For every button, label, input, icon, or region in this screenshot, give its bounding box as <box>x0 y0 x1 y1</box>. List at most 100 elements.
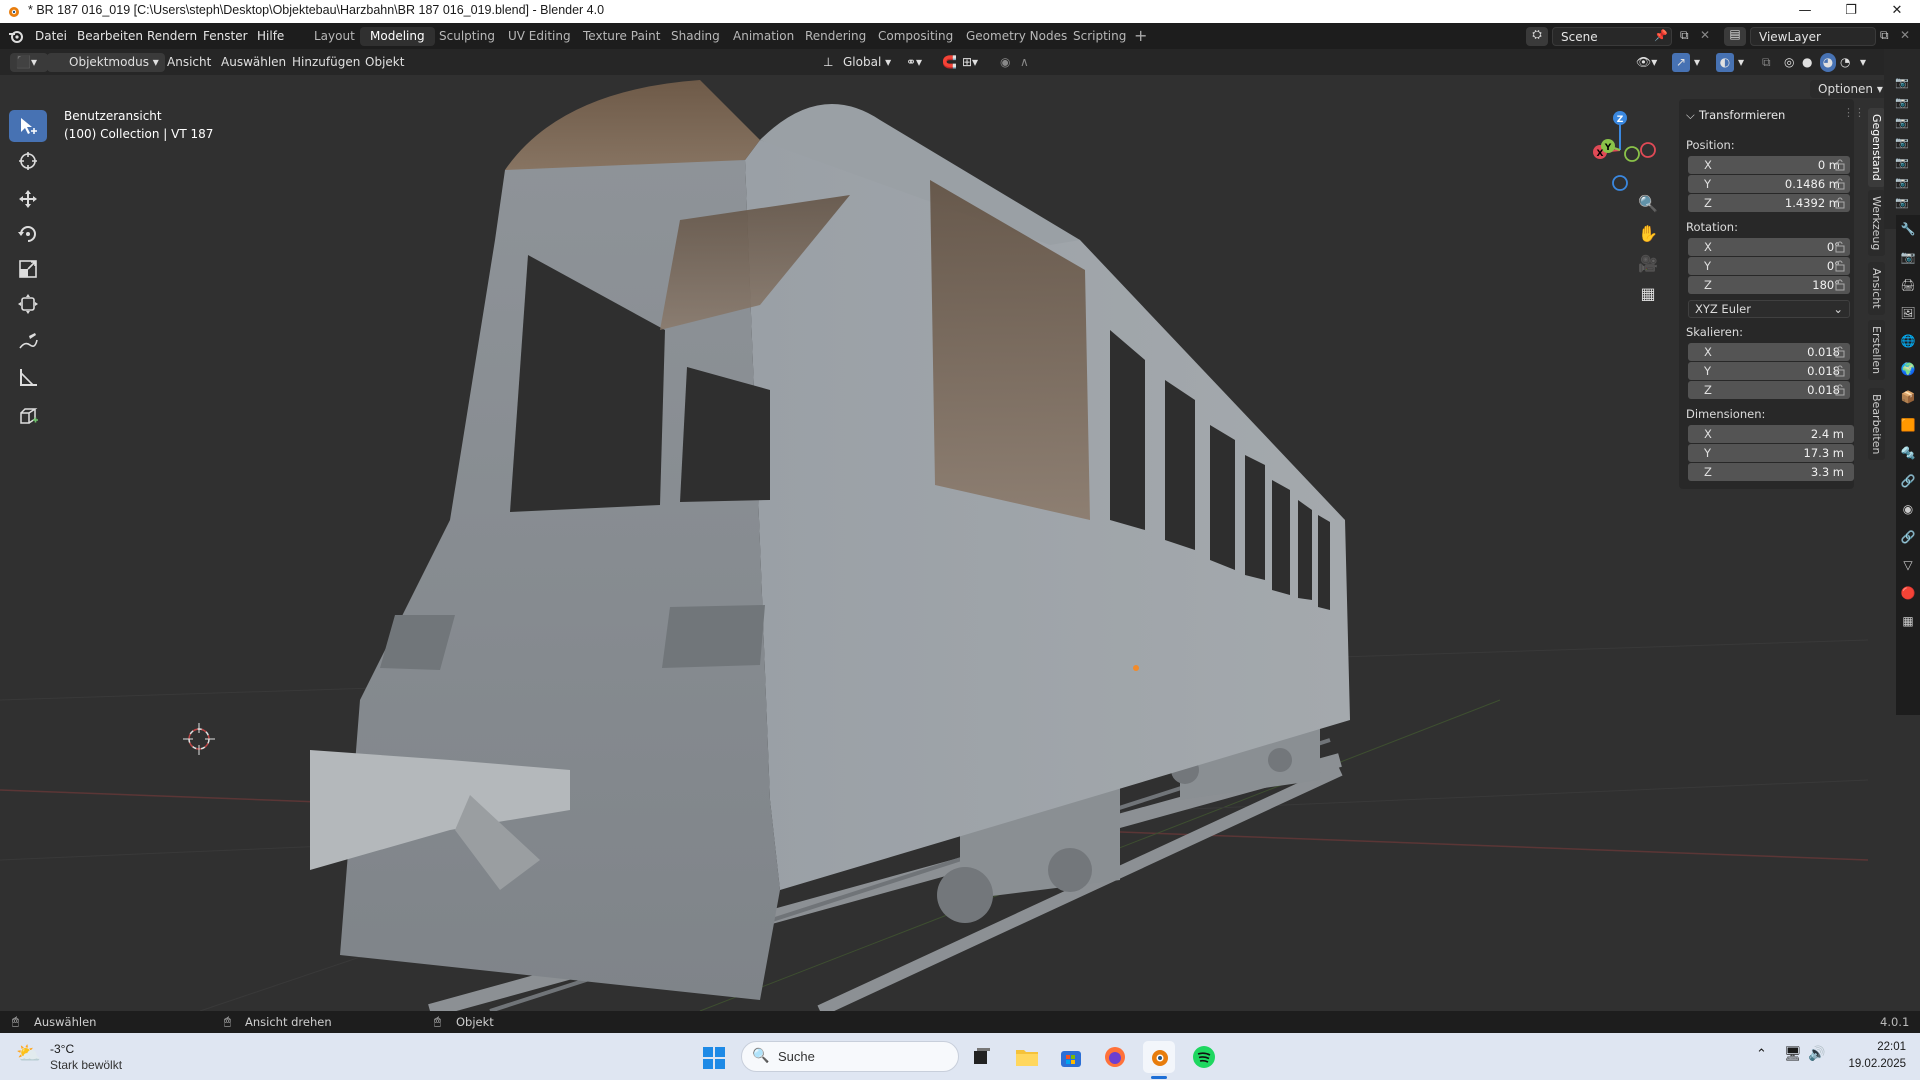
tab-ansicht[interactable]: Ansicht <box>1868 262 1885 315</box>
clock-date[interactable]: 19.02.2025 <box>1838 1058 1906 1070</box>
rotation-mode-dropdown[interactable]: XYZ Euler ⌄ <box>1688 300 1850 318</box>
position-y-field[interactable]: Y 0.1486 m <box>1688 175 1850 193</box>
lock-icon[interactable] <box>1834 178 1846 190</box>
panel-drag-icon[interactable]: ⋮⋮ <box>1843 106 1865 119</box>
camera-icon[interactable]: 📷 📷 📷 📷 📷 📷 📷 <box>1884 49 1920 213</box>
overlay-menu-icon[interactable]: ▾ <box>1738 53 1744 72</box>
search-box[interactable]: 🔍 Suche <box>741 1041 959 1072</box>
weather-desc[interactable]: Stark bewölkt <box>50 1058 122 1072</box>
menu-bearbeiten[interactable]: Bearbeiten <box>77 29 143 43</box>
windows-start-icon[interactable] <box>702 1046 726 1070</box>
material-shading-icon[interactable]: ◕ <box>1820 53 1836 72</box>
tab-shading[interactable]: Shading <box>661 27 730 46</box>
lock-icon[interactable] <box>1834 241 1846 253</box>
tab-geometry-nodes[interactable]: Geometry Nodes <box>956 27 1077 46</box>
rotation-y-field[interactable]: Y 0° <box>1688 257 1850 275</box>
scale-z-field[interactable]: Z 0.018 <box>1688 381 1850 399</box>
blender-menu-icon[interactable] <box>8 28 24 44</box>
dimensions-z-field[interactable]: Z 3.3 m <box>1688 463 1854 481</box>
firefox-icon[interactable] <box>1099 1041 1131 1073</box>
options-dropdown[interactable]: Optionen ▾ <box>1810 80 1891 98</box>
pivot-icon[interactable]: ⚭▾ <box>906 53 922 72</box>
tab-layout[interactable]: Layout <box>304 27 365 46</box>
move-tool-icon[interactable] <box>9 183 47 215</box>
wireframe-shading-icon[interactable]: ◎ <box>1784 53 1794 72</box>
annotate-tool-icon[interactable] <box>9 326 47 358</box>
camera-view-icon[interactable]: 🎥 <box>1636 254 1660 278</box>
lock-icon[interactable] <box>1834 279 1846 291</box>
position-x-field[interactable]: X0 m <box>1688 156 1850 174</box>
solid-shading-icon[interactable]: ● <box>1802 53 1812 72</box>
lock-icon[interactable] <box>1834 346 1846 358</box>
tab-bearbeiten[interactable]: Bearbeiten <box>1868 388 1885 461</box>
perspective-toggle-icon[interactable]: ▦ <box>1636 284 1660 308</box>
visibility-icon[interactable]: 👁▾ <box>1636 53 1657 72</box>
menu-hinzufuegen[interactable]: Hinzufügen <box>292 53 360 72</box>
file-explorer-icon[interactable] <box>1011 1041 1043 1073</box>
tab-texture-paint[interactable]: Texture Paint <box>573 27 670 46</box>
delete-scene-icon[interactable]: ✕ <box>1700 28 1710 42</box>
overlay-toggle-icon[interactable]: ◐ <box>1716 53 1734 72</box>
lock-icon[interactable] <box>1834 384 1846 396</box>
scene-selector-icon[interactable]: ⛭ <box>1526 27 1548 46</box>
spotify-icon[interactable] <box>1188 1041 1220 1073</box>
tab-gegenstand[interactable]: Gegenstand <box>1868 108 1885 187</box>
add-cube-tool-icon[interactable] <box>9 400 47 432</box>
close-button[interactable]: ✕ <box>1874 0 1920 23</box>
weather-icon[interactable]: ⛅ <box>16 1041 44 1069</box>
editor-type-icon[interactable]: ⬛▾ <box>10 53 48 72</box>
xray-icon[interactable]: ⧉ <box>1762 53 1771 72</box>
panel-collapse-icon[interactable]: ⌵ <box>1686 108 1695 123</box>
tab-werkzeug[interactable]: Werkzeug <box>1868 190 1885 257</box>
chevron-up-icon[interactable]: ⌃ <box>1756 1046 1767 1062</box>
add-workspace-icon[interactable]: + <box>1134 26 1147 45</box>
tab-animation[interactable]: Animation <box>723 27 804 46</box>
viewlayer-selector-icon[interactable]: ▤ <box>1724 27 1746 46</box>
menu-datei[interactable]: Datei <box>35 29 67 43</box>
scale-y-field[interactable]: Y 0.018 <box>1688 362 1850 380</box>
lock-icon[interactable] <box>1834 197 1846 209</box>
shading-menu-icon[interactable]: ▾ <box>1860 53 1866 72</box>
rotation-z-field[interactable]: Z 180° <box>1688 276 1850 294</box>
volume-icon[interactable]: 🔊 <box>1808 1045 1825 1062</box>
menu-rendern[interactable]: Rendern <box>147 29 197 43</box>
tab-rendering[interactable]: Rendering <box>795 27 876 46</box>
falloff-icon[interactable]: ∧ <box>1020 53 1029 72</box>
properties-tabs-icons[interactable]: 🔧 📷 🖨 🖼 🌐 🌍 📦 🟧 🔩 🔗 ◉ 🔗 ▽ 🔴 ▦ <box>1896 215 1920 635</box>
task-view-icon[interactable] <box>966 1041 998 1073</box>
blender-taskbar-icon[interactable] <box>1143 1041 1175 1073</box>
dimensions-x-field[interactable]: X 2.4 m <box>1688 425 1854 443</box>
minimize-button[interactable]: — <box>1782 0 1828 23</box>
transform-tool-icon[interactable] <box>9 288 47 320</box>
zoom-icon[interactable]: 🔍 <box>1636 194 1660 218</box>
menu-ansicht[interactable]: Ansicht <box>167 53 211 72</box>
viewlayer-field[interactable]: ViewLayer <box>1750 27 1876 46</box>
proportional-edit-icon[interactable]: ◉ <box>1000 53 1010 72</box>
dimensions-y-field[interactable]: Y 17.3 m <box>1688 444 1854 462</box>
gizmo-menu-icon[interactable]: ▾ <box>1694 53 1700 72</box>
lock-icon[interactable] <box>1834 365 1846 377</box>
menu-auswaehlen[interactable]: Auswählen <box>221 53 286 72</box>
tab-sculpting[interactable]: Sculpting <box>429 27 505 46</box>
rotation-x-field[interactable]: X 0° <box>1688 238 1850 256</box>
select-box-tool-icon[interactable] <box>9 110 47 142</box>
mode-dropdown[interactable]: Objektmodus ▾ <box>47 53 165 72</box>
cursor-tool-icon[interactable] <box>9 145 47 177</box>
pin-icon[interactable]: 📌 <box>1654 29 1668 42</box>
new-viewlayer-icon[interactable]: ⧉ <box>1880 28 1889 43</box>
delete-viewlayer-icon[interactable]: ✕ <box>1900 28 1910 42</box>
weather-temp[interactable]: -3°C <box>50 1042 74 1056</box>
snap-target-icon[interactable]: ⊞▾ <box>962 53 978 72</box>
new-scene-icon[interactable]: ⧉ <box>1680 28 1689 43</box>
tab-compositing[interactable]: Compositing <box>868 27 963 46</box>
position-z-field[interactable]: Z 1.4392 m <box>1688 194 1850 212</box>
menu-hilfe[interactable]: Hilfe <box>257 29 284 43</box>
viewport-3d[interactable] <box>0 75 1868 1011</box>
clock-time[interactable]: 22:01 <box>1866 1041 1906 1053</box>
snap-icon[interactable]: 🧲 <box>942 53 957 72</box>
ms-store-icon[interactable] <box>1055 1041 1087 1073</box>
maximize-button[interactable]: ❐ <box>1828 0 1874 23</box>
rendered-shading-icon[interactable]: ◔ <box>1840 53 1850 72</box>
network-icon[interactable]: 🖥 <box>1784 1045 1802 1062</box>
measure-tool-icon[interactable] <box>9 361 47 393</box>
